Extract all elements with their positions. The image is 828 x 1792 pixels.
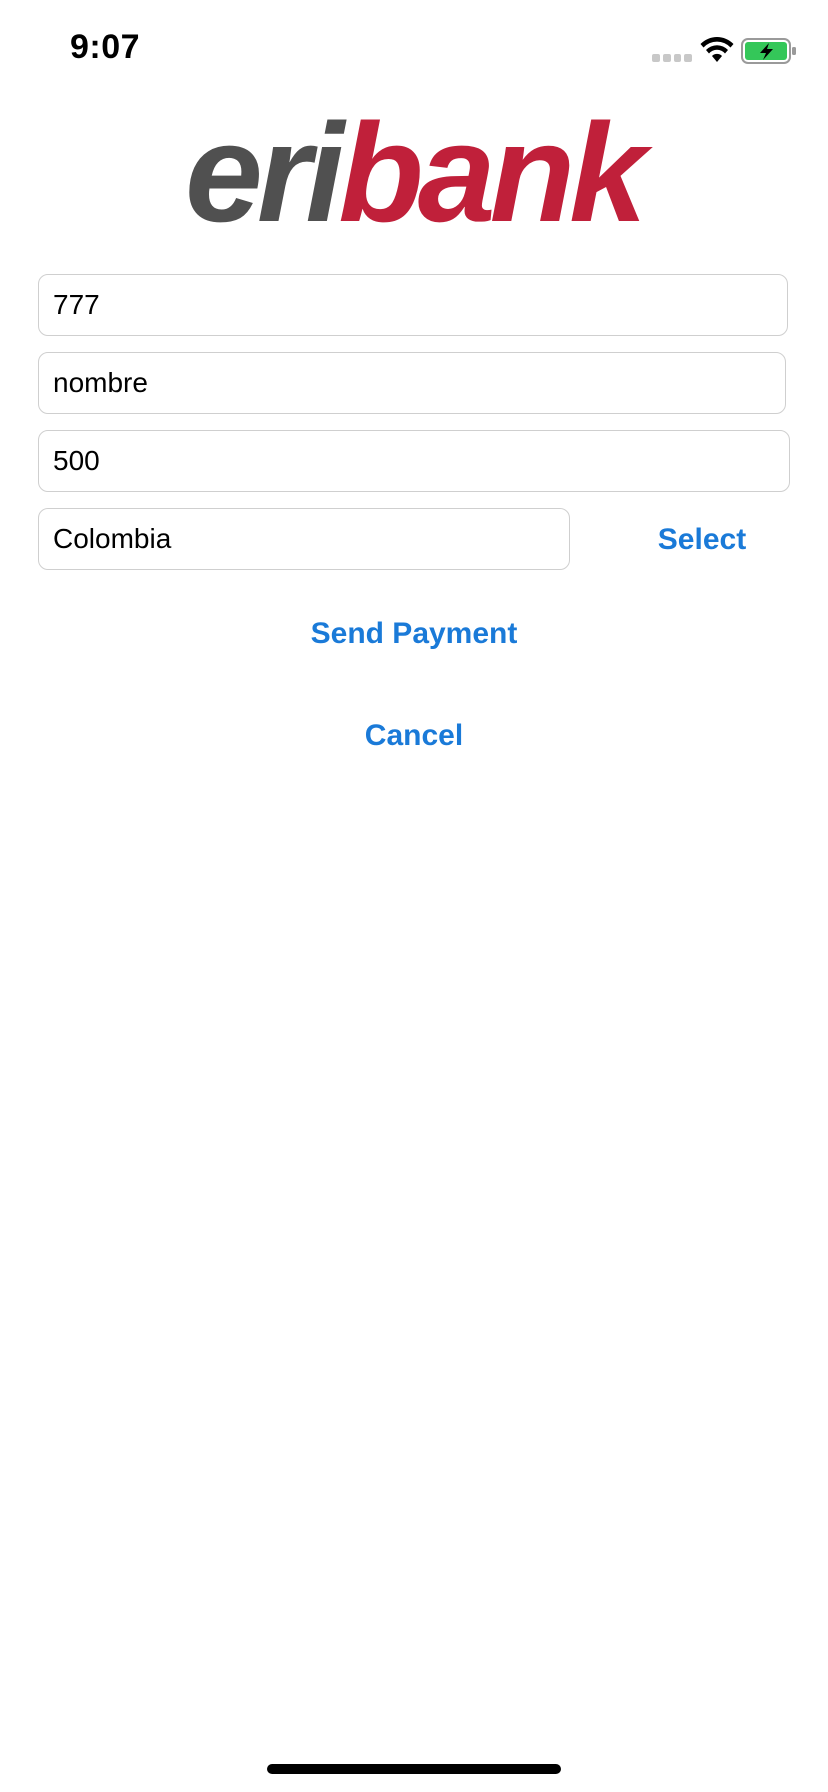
amount-field[interactable] <box>38 430 790 492</box>
status-bar: 9:07 <box>0 0 828 100</box>
logo-eri-text: eri <box>185 94 344 251</box>
country-field[interactable] <box>38 508 570 570</box>
select-country-button[interactable]: Select <box>632 520 772 560</box>
send-payment-button[interactable]: Send Payment <box>284 614 544 654</box>
home-indicator[interactable] <box>267 1764 561 1774</box>
signal-icon <box>652 52 692 64</box>
status-time: 9:07 <box>70 28 141 66</box>
logo-bank-text: bank <box>338 94 647 251</box>
battery-charging-icon <box>741 38 796 64</box>
cancel-button[interactable]: Cancel <box>344 716 484 756</box>
wifi-icon <box>700 37 734 62</box>
account-field[interactable] <box>38 274 788 336</box>
name-field[interactable] <box>38 352 786 414</box>
eribank-logo: eribank <box>185 103 647 243</box>
